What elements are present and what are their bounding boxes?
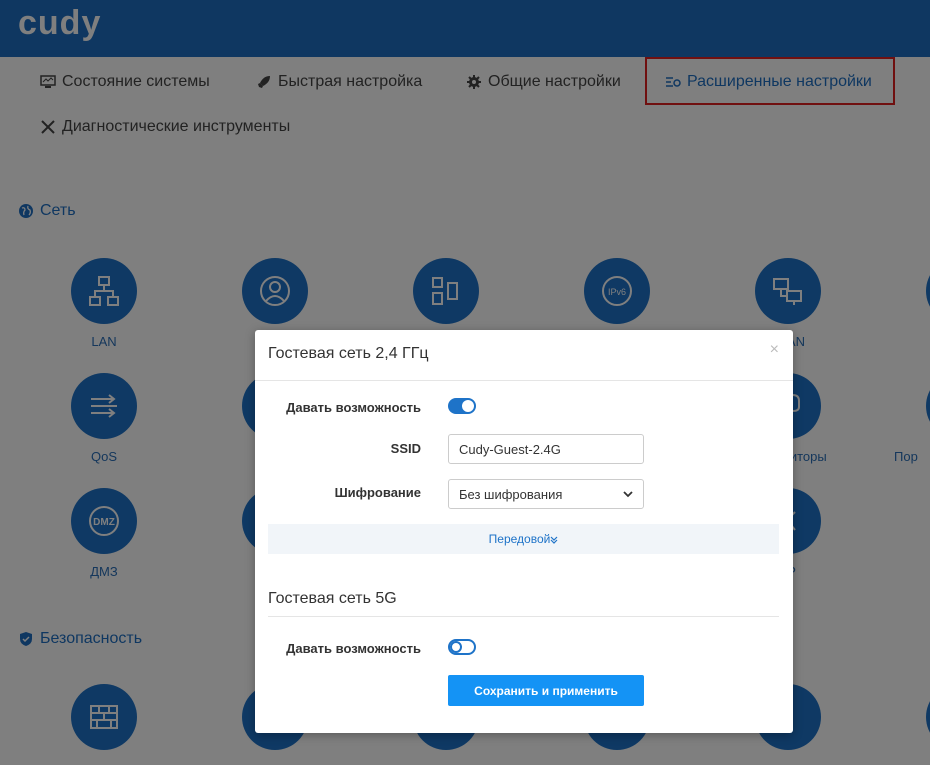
modal-divider — [255, 380, 793, 381]
advanced-label: Передовой — [488, 532, 551, 546]
toggle-knob — [450, 641, 462, 653]
double-chevron-down-icon — [550, 536, 558, 544]
guest-network-modal: Гостевая сеть 2,4 ГГц × Давать возможнос… — [255, 330, 793, 733]
chevron-down-icon — [623, 490, 633, 497]
encryption-select[interactable]: Без шифрования — [448, 479, 644, 509]
advanced-toggle[interactable]: Передовой — [268, 524, 779, 554]
ssid-input[interactable]: Cudy-Guest-2.4G — [448, 434, 644, 464]
section-divider — [268, 616, 779, 617]
save-apply-button[interactable]: Сохранить и применить — [448, 675, 644, 706]
encryption-value: Без шифрования — [459, 486, 563, 502]
ssid-label: SSID — [390, 441, 421, 456]
modal-title: Гостевая сеть 2,4 ГГц — [268, 345, 429, 362]
toggle-knob — [462, 400, 474, 412]
enable-toggle-5g[interactable] — [448, 639, 476, 655]
section-5g-title: Гостевая сеть 5G — [268, 590, 397, 607]
enable-label-5g: Давать возможность — [286, 641, 421, 656]
encryption-label: Шифрование — [334, 485, 421, 500]
enable-label: Давать возможность — [286, 400, 421, 415]
enable-toggle-24g[interactable] — [448, 398, 476, 414]
close-icon[interactable]: × — [770, 341, 779, 359]
